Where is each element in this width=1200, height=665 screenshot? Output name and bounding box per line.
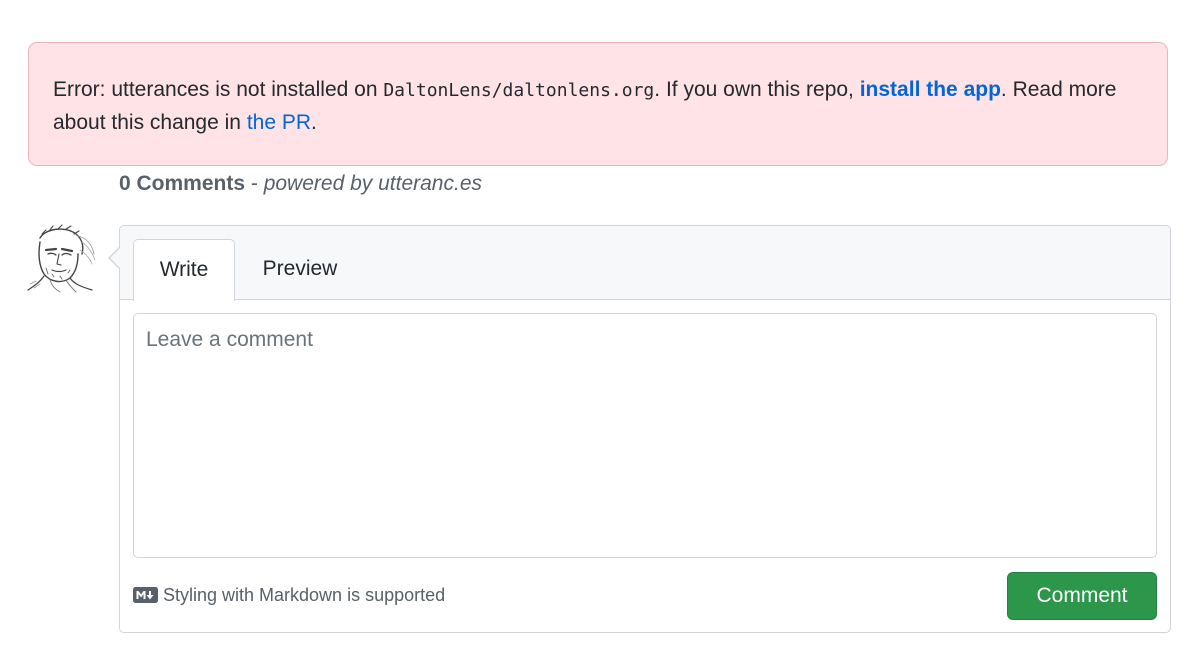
markdown-hint-text: Styling with Markdown is supported [163, 585, 446, 605]
error-banner: Error: utterances is not installed on Da… [28, 42, 1168, 166]
user-avatar-icon[interactable] [26, 224, 96, 294]
markdown-icon [133, 587, 158, 603]
avatar-sketch [27, 224, 96, 293]
error-middle: . If you own this repo, [654, 78, 860, 101]
comment-count-separator: - [245, 172, 264, 195]
install-app-link[interactable]: install the app [860, 78, 1001, 101]
error-prefix: Error: utterances is not installed on [53, 78, 384, 101]
comment-tabs-bar: Write Preview [120, 226, 1170, 301]
powered-by: powered by utteranc.es [263, 172, 482, 195]
comment-textarea[interactable] [134, 314, 1156, 557]
comment-button[interactable]: Comment [1007, 572, 1157, 620]
new-comment-form: Write Preview Styling with Markdown is s… [108, 225, 1171, 633]
comment-editor [133, 313, 1157, 558]
comment-count: 0 Comments [119, 172, 246, 195]
pr-link[interactable]: the PR [247, 111, 311, 134]
comment-footer: Styling with Markdown is supported Comme… [133, 571, 1157, 621]
error-repo: DaltonLens/daltonlens.org [383, 80, 655, 101]
tab-write[interactable]: Write [133, 239, 235, 301]
utterances-widget: Error: utterances is not installed on Da… [0, 0, 1200, 665]
markdown-hint: Styling with Markdown is supported [133, 583, 445, 607]
tab-preview[interactable]: Preview [250, 239, 350, 299]
comment-count-header: 0 Comments - powered by utteranc.es [119, 170, 482, 198]
error-suffix: . [311, 111, 317, 134]
